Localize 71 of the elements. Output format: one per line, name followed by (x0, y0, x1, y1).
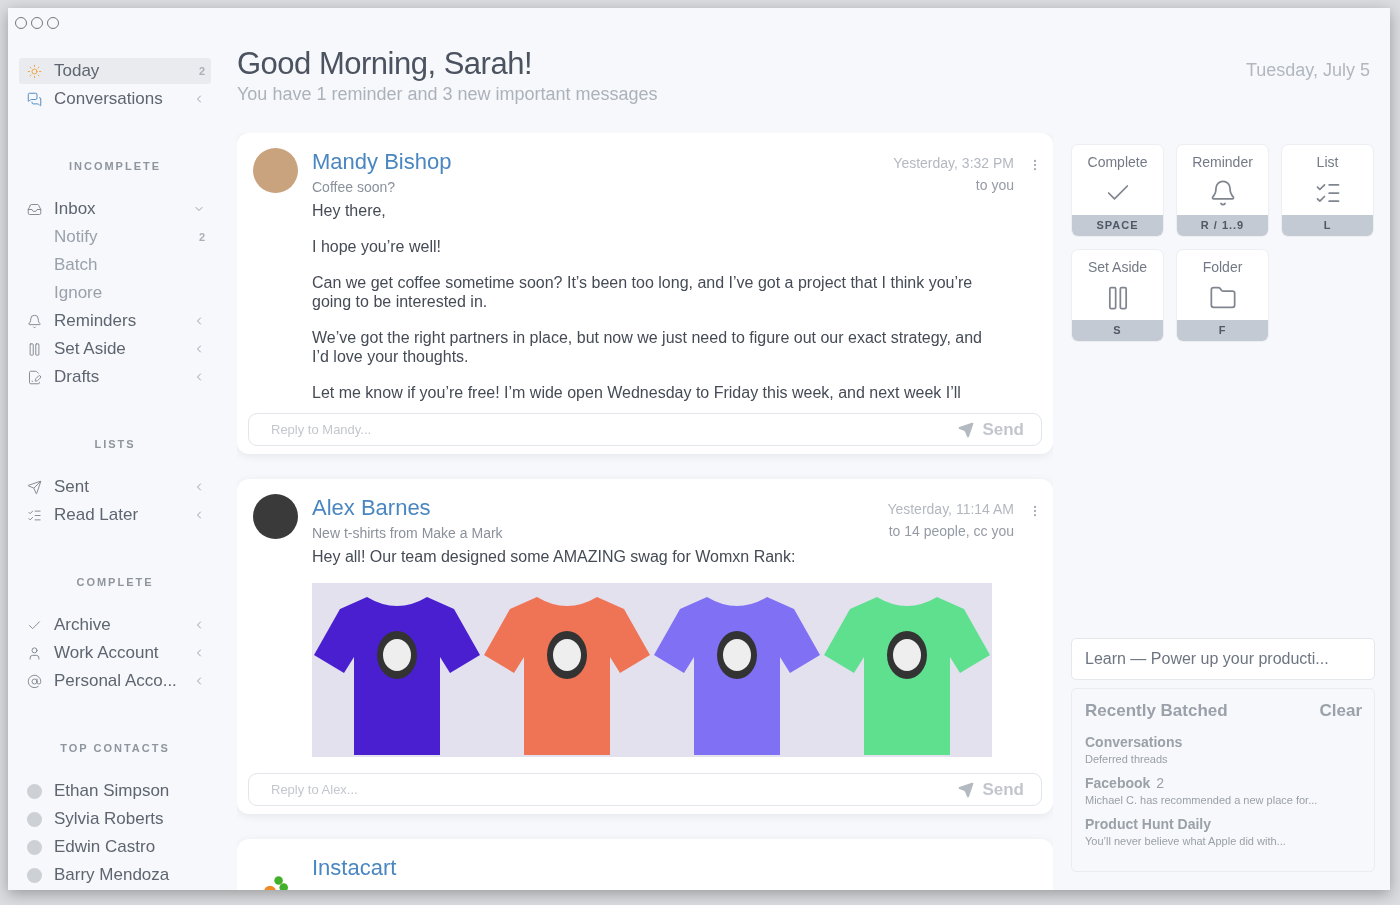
count-label: 2 (198, 231, 205, 243)
contact-item[interactable]: Barry Mendoza (19, 862, 211, 888)
sidebar-item[interactable]: Conversations (19, 86, 211, 112)
sun-icon (27, 63, 42, 79)
pause-icon (27, 341, 42, 357)
greeting-title: Good Morning, Sarah! (237, 46, 533, 82)
contact-item[interactable]: Sylvia Roberts (19, 806, 211, 832)
contact-item[interactable]: Ethan Simpson (19, 778, 211, 804)
avatar-icon (27, 783, 42, 799)
sidebar-item[interactable]: Inbox (19, 196, 211, 222)
recipients-label: to 14 people, cc you (887, 523, 1014, 539)
avatar-photo (253, 494, 298, 539)
message-time: Yesterday, 3:32 PM (893, 155, 1014, 171)
action-button[interactable]: Set Aside S (1071, 249, 1164, 342)
at-icon (27, 673, 42, 689)
count-label: 2 (198, 65, 205, 77)
avatar-icon (27, 867, 42, 883)
message-subject: Coffee soon? (312, 179, 397, 195)
message-subject: New t-shirts from Make a Mark (312, 525, 504, 541)
sidebar-item[interactable]: Reminders (19, 308, 211, 334)
sidebar-item[interactable]: Today 2 (19, 58, 211, 84)
section-heading: TOP CONTACTS (59, 742, 171, 754)
user-icon (27, 645, 42, 661)
batch-title: Conversations (1085, 734, 1183, 750)
bell-icon (27, 313, 42, 329)
draft-icon (27, 369, 42, 385)
batch-preview: Michael C. has recommended a new place for... (1085, 794, 1319, 806)
panel-title: Recently Batched (1085, 701, 1228, 721)
sidebar-item[interactable]: Read Later (19, 502, 211, 528)
action-button[interactable]: Reminder R / 1..9 (1176, 144, 1269, 237)
inbox-icon (27, 201, 42, 217)
learn-link[interactable]: Learn — Power up your producti... (1071, 638, 1375, 680)
send-icon (27, 479, 42, 495)
section-heading: LISTS (93, 438, 137, 450)
batch-preview: You’ll never believe what Apple did with... (1085, 835, 1287, 847)
action-button[interactable]: Complete SPACE (1071, 144, 1164, 237)
avatar-icon (27, 811, 42, 827)
avatar-icon (27, 839, 42, 855)
batch-preview: Deferred threads (1085, 753, 1169, 765)
section-heading: INCOMPLETE (67, 160, 163, 172)
chat-icon (27, 91, 42, 107)
message-paragraph: Hey all! Our team designed some AMAZING swag for Womxn Rank: (312, 547, 797, 566)
message-paragraph: Let me know if you’re free! I’m wide open Wednesday to Friday this week, and next week I’ll (312, 383, 962, 402)
sender-name: Mandy Bishop (312, 149, 453, 175)
list-icon (27, 507, 42, 523)
recipients-label: to you (974, 177, 1014, 193)
sender-name: Instacart (312, 855, 398, 881)
sender-name: Alex Barnes (312, 495, 432, 521)
section-heading: COMPLETE (75, 576, 155, 588)
contact-item[interactable]: Edwin Castro (19, 834, 211, 860)
sidebar-item[interactable]: Set Aside (19, 336, 211, 362)
batch-count: 2 (1156, 775, 1165, 791)
avatar-photo (253, 148, 298, 193)
action-button[interactable]: List L (1281, 144, 1374, 237)
send-icon (958, 781, 975, 798)
batch-title: Product Hunt Daily (1085, 816, 1211, 832)
message-paragraph: Hey there, (312, 201, 387, 220)
message-time: Yesterday, 11:14 AM (887, 501, 1014, 517)
batch-title: Facebook (1085, 775, 1151, 791)
sidebar-item[interactable]: Work Account (19, 640, 211, 666)
sidebar-item[interactable]: Sent (19, 474, 211, 500)
sidebar-item[interactable]: Personal Acco... (19, 668, 211, 694)
message-paragraph: We’ve got the right partners in place, but now we just need to figure out our exact strategy, and I’d love your thoughts. (312, 328, 983, 366)
action-button[interactable]: Folder F (1176, 249, 1269, 342)
sidebar-item[interactable]: Archive (19, 612, 211, 638)
date-label: Tuesday, July 5 (1245, 60, 1370, 82)
sidebar-item[interactable]: Drafts (19, 364, 211, 390)
message-paragraph: Can we get coffee sometime soon? It’s been too long, and I’ve got a project that I think you’re going to be interested in. (312, 273, 974, 311)
message-paragraph: I hope you’re well! (312, 237, 442, 256)
send-icon (958, 421, 975, 438)
greeting-subtitle: You have 1 reminder and 3 new important messages (237, 84, 658, 105)
